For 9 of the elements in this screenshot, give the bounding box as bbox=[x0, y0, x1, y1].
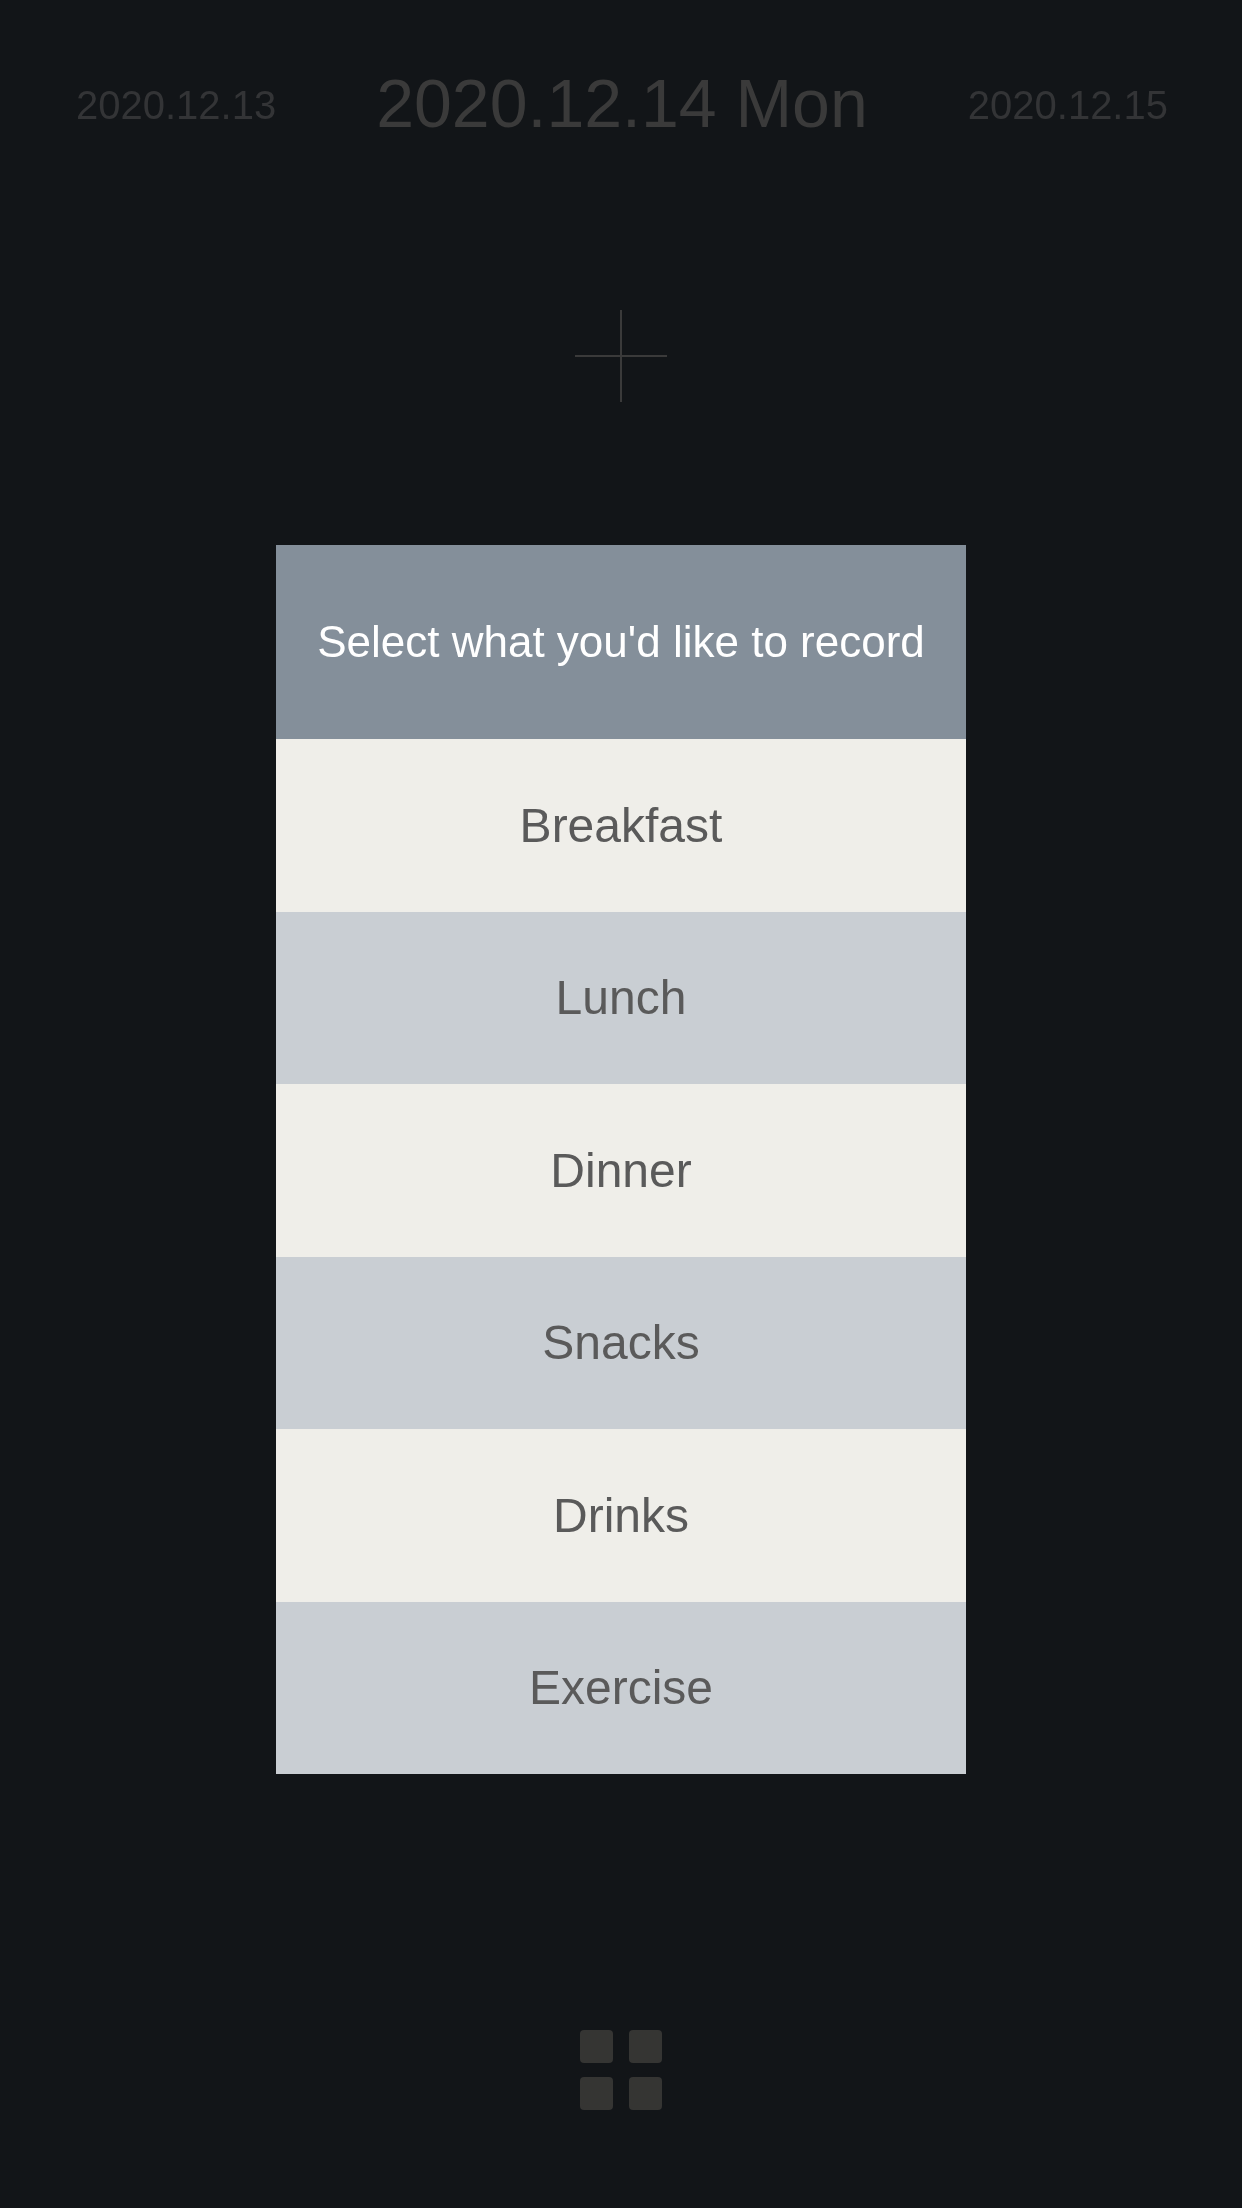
option-item[interactable]: Breakfast bbox=[276, 739, 966, 912]
dialog-title: Select what you'd like to record bbox=[317, 617, 925, 667]
option-item[interactable]: Drinks bbox=[276, 1429, 966, 1602]
option-item[interactable]: Exercise bbox=[276, 1601, 966, 1774]
option-item[interactable]: Lunch bbox=[276, 911, 966, 1084]
grid-icon[interactable] bbox=[580, 2030, 662, 2110]
option-item[interactable]: Snacks bbox=[276, 1256, 966, 1429]
plus-icon[interactable] bbox=[575, 310, 667, 402]
option-item[interactable]: Dinner bbox=[276, 1084, 966, 1257]
